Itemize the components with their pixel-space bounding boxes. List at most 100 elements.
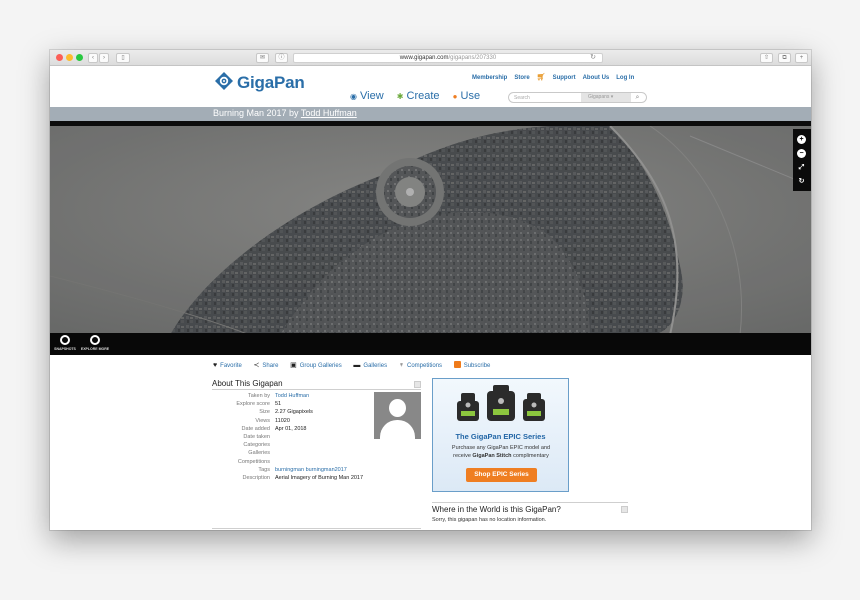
gigapan-logo[interactable]: GigaPan — [215, 72, 305, 92]
epic-robots-image — [457, 385, 545, 421]
top-nav: Membership Store 🛒︎ Support About Us Log In — [472, 73, 641, 81]
panorama-image[interactable] — [50, 126, 811, 335]
location-text: Sorry, this gigapan has no location info… — [432, 517, 547, 523]
panorama-viewer[interactable]: + − ⤢ ↻ SNAPSHOTS EXPLORE MORE — [50, 121, 811, 355]
zoom-out-button[interactable]: − — [797, 149, 806, 158]
forward-button[interactable]: › — [99, 53, 109, 63]
about-row-key: Description — [242, 475, 270, 481]
search-icon[interactable]: ⌕ — [631, 93, 644, 102]
nav-create-label: Create — [406, 90, 440, 102]
galleries-label: Galleries — [363, 363, 388, 369]
reset-view-icon[interactable]: ↻ — [797, 177, 806, 186]
gallery-icon: ▣ — [290, 362, 297, 369]
group-galleries-link[interactable]: ▣ Group Galleries — [290, 362, 342, 369]
galleries-link[interactable]: ▬ Galleries — [353, 362, 388, 369]
viewer-bottom-bar: SNAPSHOTS EXPLORE MORE — [50, 333, 811, 355]
explore-icon — [90, 335, 100, 345]
search-scope-select[interactable]: Gigapans ▾ — [581, 93, 631, 102]
about-collapse-toggle[interactable] — [414, 381, 421, 388]
viewer-controls: + − ⤢ ↻ — [793, 129, 811, 191]
gigapan-logo-icon — [215, 72, 233, 90]
lightbulb-icon: ● — [452, 92, 458, 101]
share-icon: ≺ — [253, 362, 260, 369]
browser-toolbar: ‹ › ▯ ✉ ⓘ www.gigapan.com/gigapans/20733… — [50, 50, 811, 66]
about-row-key: Size — [259, 409, 270, 416]
ad-body-bold: GigaPan Stitch — [472, 453, 512, 459]
reader-icon[interactable]: ✉ — [256, 53, 269, 63]
ad-body-line1: Purchase any GigaPan EPIC model and — [451, 445, 551, 451]
avatar[interactable] — [374, 392, 421, 439]
epic-series-ad[interactable]: The GigaPan EPIC Series Purchase any Gig… — [432, 378, 569, 492]
nav-store[interactable]: Store — [514, 75, 529, 81]
ad-body-suffix: complimentary — [511, 453, 549, 459]
location-collapse-toggle[interactable] — [621, 506, 628, 513]
location-title: Where in the World is this GigaPan? — [432, 505, 561, 514]
about-row-value[interactable]: Todd Huffman — [275, 392, 309, 400]
nav-log-in[interactable]: Log In — [616, 75, 634, 81]
nav-create[interactable]: ✱ Create — [397, 90, 440, 102]
subscribe-label: Subscribe — [463, 363, 491, 369]
main-nav: ◉ View ✱ Create ● Use — [350, 90, 490, 102]
galleries-icon: ▬ — [353, 362, 361, 369]
explore-more-button[interactable]: EXPLORE MORE — [80, 335, 110, 351]
address-bar[interactable]: www.gigapan.com/gigapans/207330 ↻ — [293, 53, 603, 63]
nav-membership[interactable]: Membership — [472, 75, 507, 81]
new-tab-button[interactable]: + — [795, 53, 808, 63]
title-bar: Burning Man 2017 by Todd Huffman — [50, 107, 811, 121]
info-icon[interactable]: ⓘ — [275, 53, 288, 63]
zoom-in-button[interactable]: + — [797, 135, 806, 144]
ad-body-prefix: receive — [453, 453, 473, 459]
back-button[interactable]: ‹ — [88, 53, 98, 63]
share-icon[interactable]: ⇧ — [760, 53, 773, 63]
snapshots-button[interactable]: SNAPSHOTS — [50, 335, 80, 351]
nav-support[interactable]: Support — [553, 75, 576, 81]
reload-icon[interactable]: ↻ — [590, 54, 596, 62]
heart-icon: ♥ — [213, 362, 218, 369]
tabs-icon[interactable]: ⧉ — [778, 53, 791, 63]
snapshots-icon — [60, 335, 70, 345]
close-window-button[interactable] — [56, 54, 63, 61]
about-row-key: Competitions — [237, 458, 270, 465]
nav-view[interactable]: ◉ View — [350, 90, 384, 102]
about-title: About This Gigapan — [212, 379, 283, 388]
action-bar: ♥ Favorite ≺ Share ▣ Group Galleries ▬ Galle… — [213, 361, 500, 369]
about-row-key: Date taken — [243, 434, 270, 440]
search-input[interactable]: Search — [514, 95, 530, 101]
gear-icon: ✱ — [396, 92, 404, 101]
shop-epic-button[interactable]: Shop EPIC Series — [466, 468, 537, 482]
about-row-value: Apr 01, 2018 — [275, 425, 307, 432]
nav-about-us[interactable]: About Us — [583, 75, 610, 81]
group-galleries-label: Group Galleries — [299, 363, 342, 369]
about-row-key: Categories — [243, 442, 270, 449]
url-path: /gigapans/207330 — [448, 55, 497, 61]
search-scope-label: Gigapans — [588, 94, 610, 100]
divider — [212, 389, 421, 390]
cart-icon[interactable]: 🛒︎ — [537, 73, 546, 81]
search-box[interactable]: Search Gigapans ▾ ⌕ — [508, 92, 647, 103]
competitions-link[interactable]: ♆ Competitions — [399, 362, 442, 369]
about-row-value: Aerial Imagery of Burning Man 2017 — [275, 475, 364, 481]
about-row-value: 11020 — [275, 417, 290, 424]
about-row-key: Explore score — [236, 401, 270, 408]
ad-body: Purchase any GigaPan EPIC model and rece… — [441, 444, 561, 460]
favorite-link[interactable]: ♥ Favorite — [213, 362, 242, 369]
explore-more-label: EXPLORE MORE — [80, 347, 110, 351]
subscribe-link[interactable]: Subscribe — [453, 361, 491, 369]
url-host: www.gigapan.com — [399, 55, 449, 61]
sidebar-button[interactable]: ▯ — [116, 53, 130, 63]
nav-use[interactable]: ● Use — [453, 90, 480, 102]
nav-view-label: View — [360, 90, 384, 102]
ad-title: The GigaPan EPIC Series — [455, 432, 546, 441]
page-title: Burning Man 2017 by Todd Huffman — [213, 108, 357, 118]
nav-use-label: Use — [460, 90, 481, 102]
about-panel: About This Gigapan Taken by Todd Huffman E… — [212, 379, 421, 530]
author-link[interactable]: Todd Huffman — [301, 108, 357, 118]
minimize-window-button[interactable] — [66, 54, 73, 61]
zoom-window-button[interactable] — [76, 54, 83, 61]
rss-icon — [453, 361, 461, 368]
share-link[interactable]: ≺ Share — [253, 362, 279, 369]
eye-icon: ◉ — [350, 92, 357, 101]
about-row-key: Taken by — [247, 393, 270, 399]
about-row-value[interactable]: burningman burningman2017 — [275, 466, 347, 474]
fullscreen-icon[interactable]: ⤢ — [797, 163, 806, 172]
